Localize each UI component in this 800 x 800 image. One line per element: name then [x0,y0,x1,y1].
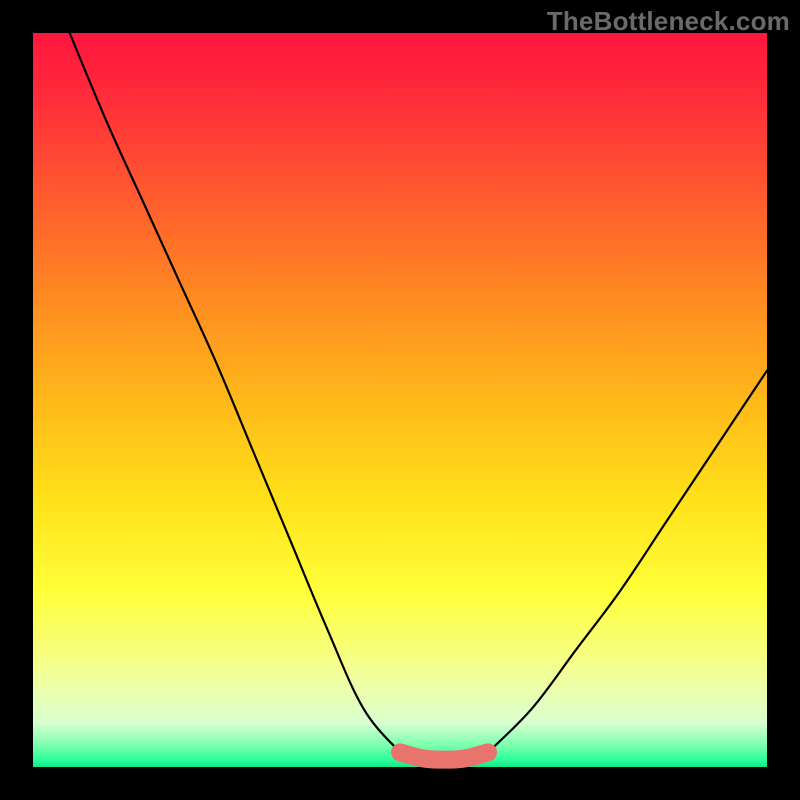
chart-frame: TheBottleneck.com [0,0,800,800]
flat-minimum-highlight [400,752,488,759]
chart-curves-svg [33,33,767,767]
watermark-text: TheBottleneck.com [547,6,790,37]
right-curve [488,371,767,753]
left-curve [70,33,400,752]
